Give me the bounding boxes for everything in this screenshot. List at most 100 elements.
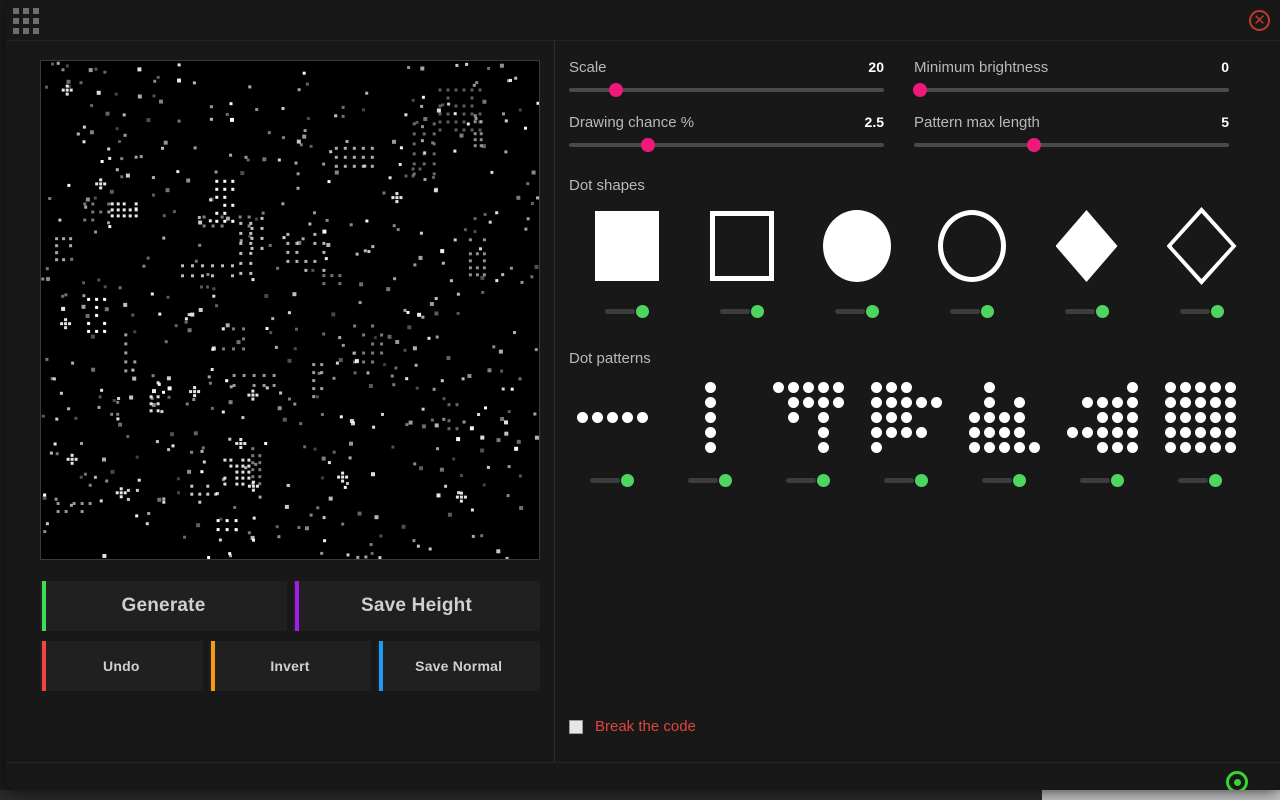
dot-patterns-row (563, 374, 1249, 486)
full-block-icon (1165, 374, 1236, 460)
pattern-option-full-block[interactable] (1151, 374, 1249, 486)
pattern-option-block-arrow-right[interactable] (857, 374, 955, 486)
app-grid-icon[interactable] (12, 8, 40, 34)
pattern-option-vertical-line[interactable] (661, 374, 759, 486)
generate-button[interactable]: Generate (40, 581, 287, 631)
slider-track[interactable] (569, 143, 884, 147)
pattern-toggle-full-block[interactable] (1178, 474, 1222, 486)
slider-scale[interactable]: Scale20 (569, 49, 914, 104)
slider-label: Scale (569, 59, 607, 76)
square-outline-icon (710, 201, 774, 291)
dot-patterns-title: Dot patterns (569, 350, 651, 367)
pattern-option-horizontal-line[interactable] (563, 374, 661, 486)
toggle-knob[interactable] (636, 305, 649, 318)
title-bar: ✕ (6, 0, 1280, 41)
slider-track[interactable] (569, 88, 884, 92)
record-indicator[interactable] (1226, 771, 1248, 790)
pattern-option-staircase-right[interactable] (1053, 374, 1151, 486)
pattern-toggle-tee-shape[interactable] (786, 474, 830, 486)
pattern-toggle-vertical-line[interactable] (688, 474, 732, 486)
undo-button[interactable]: Undo (40, 641, 203, 691)
invert-button[interactable]: Invert (209, 641, 372, 691)
toggle-track (950, 309, 980, 314)
shape-option-diamond-filled[interactable] (1029, 201, 1144, 317)
toggle-track (1178, 478, 1208, 483)
toggle-track (688, 478, 718, 483)
slider-track[interactable] (914, 88, 1229, 92)
slider-track[interactable] (914, 143, 1229, 147)
toggle-knob[interactable] (1111, 474, 1124, 487)
toggle-knob[interactable] (1211, 305, 1224, 318)
toggle-track (1180, 309, 1210, 314)
toggle-knob[interactable] (981, 305, 994, 318)
slider-label: Pattern max length (914, 114, 1040, 131)
toggle-track (786, 478, 816, 483)
pattern-toggle-staircase-up[interactable] (982, 474, 1026, 486)
break-the-code-checkbox[interactable] (569, 720, 583, 734)
toggle-track (982, 478, 1012, 483)
shape-option-diamond-outline[interactable] (1144, 201, 1259, 317)
slider-knob[interactable] (1027, 138, 1041, 152)
shape-toggle-diamond-filled[interactable] (1065, 305, 1109, 317)
slider-header: Drawing chance %2.5 (569, 114, 884, 131)
square-filled-icon (595, 201, 659, 291)
horizontal-line-icon (577, 374, 648, 460)
toggle-knob[interactable] (1209, 474, 1222, 487)
pattern-toggle-horizontal-line[interactable] (590, 474, 634, 486)
dot-shapes-title: Dot shapes (569, 177, 645, 194)
pattern-toggle-block-arrow-right[interactable] (884, 474, 928, 486)
shape-toggle-square-outline[interactable] (720, 305, 764, 317)
toggle-track (590, 478, 620, 483)
pattern-toggle-staircase-right[interactable] (1080, 474, 1124, 486)
pattern-option-tee-shape[interactable] (759, 374, 857, 486)
toggle-knob[interactable] (621, 474, 634, 487)
slider-knob[interactable] (609, 83, 623, 97)
desktop-taskbar (0, 790, 1280, 800)
shape-option-square-outline[interactable] (684, 201, 799, 317)
save-height-button[interactable]: Save Height (293, 581, 540, 631)
slider-group: Scale20Minimum brightness0 Drawing chance… (569, 49, 1259, 159)
slider-knob[interactable] (641, 138, 655, 152)
toggle-track (720, 309, 750, 314)
slider-header: Minimum brightness0 (914, 59, 1229, 76)
circle-outline-icon (938, 201, 1006, 291)
toggle-knob[interactable] (817, 474, 830, 487)
slider-value: 5 (1221, 114, 1229, 130)
slider-drawing-chance[interactable]: Drawing chance %2.5 (569, 104, 914, 159)
staircase-up-icon (969, 374, 1040, 460)
preview-panel: Generate Save Height Undo Invert (6, 41, 555, 762)
shape-option-circle-outline[interactable] (914, 201, 1029, 317)
settings-panel: Scale20Minimum brightness0 Drawing chance… (555, 41, 1280, 762)
save-normal-label: Save Normal (415, 658, 502, 674)
shape-toggle-diamond-outline[interactable] (1180, 305, 1224, 317)
vertical-line-icon (705, 374, 716, 460)
close-icon[interactable]: ✕ (1249, 10, 1270, 31)
pattern-option-staircase-up[interactable] (955, 374, 1053, 486)
generate-label: Generate (122, 595, 206, 617)
shape-toggle-circle-filled[interactable] (835, 305, 879, 317)
break-the-code-row[interactable]: Break the code (569, 718, 696, 735)
save-normal-button[interactable]: Save Normal (377, 641, 540, 691)
shape-toggle-square-filled[interactable] (605, 305, 649, 317)
diamond-filled-icon (1056, 201, 1118, 291)
toggle-knob[interactable] (915, 474, 928, 487)
preview-canvas[interactable] (40, 60, 540, 560)
toggle-knob[interactable] (866, 305, 879, 318)
invert-label: Invert (270, 658, 309, 674)
invert-accent-bar (211, 641, 215, 691)
slider-minimum-brightness[interactable]: Minimum brightness0 (914, 49, 1259, 104)
shape-option-circle-filled[interactable] (799, 201, 914, 317)
circle-filled-icon (823, 201, 891, 291)
toggle-track (1065, 309, 1095, 314)
slider-pattern-max-length[interactable]: Pattern max length 5 (914, 104, 1259, 159)
toggle-knob[interactable] (719, 474, 732, 487)
save-height-label: Save Height (361, 595, 472, 617)
toggle-knob[interactable] (1096, 305, 1109, 318)
toggle-knob[interactable] (1013, 474, 1026, 487)
tee-shape-icon (773, 374, 844, 460)
shape-option-square-filled[interactable] (569, 201, 684, 317)
status-bar (6, 762, 1280, 790)
toggle-knob[interactable] (751, 305, 764, 318)
slider-knob[interactable] (913, 83, 927, 97)
shape-toggle-circle-outline[interactable] (950, 305, 994, 317)
